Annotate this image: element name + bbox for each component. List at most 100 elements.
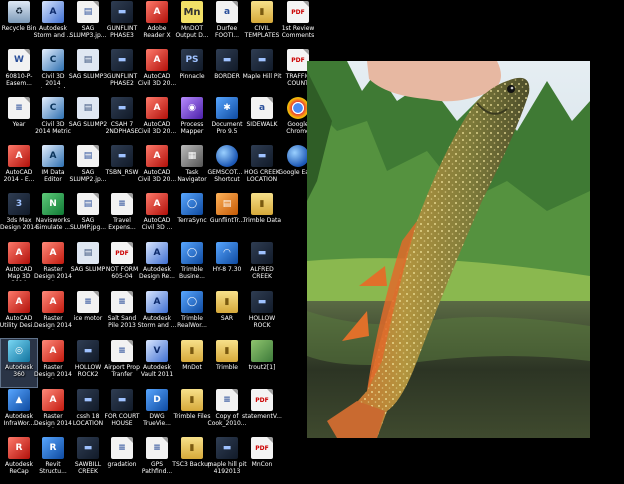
desktop-icon[interactable]: a SIDEWALK: [244, 96, 280, 144]
desktop-icon[interactable]: ▲ Autodesk InfraWor...: [1, 388, 37, 436]
desktop-icon-label: HOG CREEK LOCATION: [244, 169, 280, 183]
desktop-icon[interactable]: A Autodesk Storm and ...: [138, 290, 176, 338]
file-icon: ▬: [111, 49, 133, 71]
desktop-icon[interactable]: A AutoCAD Utility Desi...: [0, 290, 38, 338]
desktop-icon[interactable]: ♻ Recycle Bin: [1, 0, 37, 48]
desktop-icon[interactable]: ▤ SAG SLUMP3.jp...: [70, 0, 106, 48]
desktop-icon[interactable]: R Autodesk ReCap: [1, 436, 37, 484]
desktop-icon[interactable]: ◯ Trimble RealWor...: [174, 290, 210, 338]
desktop-icon[interactable]: PDF MnCon: [244, 436, 280, 484]
desktop-icon[interactable]: A AutoCAD 2014 - E...: [1, 144, 37, 192]
desktop-icon[interactable]: ▬ cssh 18 LOCATION: [70, 388, 106, 436]
desktop-icon[interactable]: ≡ GPS Pathfind...: [139, 436, 175, 484]
desktop-icon[interactable]: PDF NOT FORM 605-04: [104, 241, 140, 289]
desktop-icon[interactable]: PDF statementV...: [242, 388, 282, 436]
desktop-icon[interactable]: C Civil 3D 2014 Metric: [35, 96, 71, 144]
desktop-icon[interactable]: ▬ maple hill pit 4192013: [207, 436, 247, 484]
desktop-icon[interactable]: ◯ TerraSync: [174, 192, 210, 240]
desktop-icon[interactable]: W 60810-P-Easem...: [1, 48, 37, 96]
desktop-icon[interactable]: A Autodesk Storm and ...: [34, 0, 72, 48]
desktop-icon[interactable]: A AutoCAD Civil 3D ...: [139, 192, 175, 240]
desktop-icon[interactable]: ▮ TSC3 Backup: [172, 436, 212, 484]
desktop-icon[interactable]: ▬ GUNFLINT PHASE2: [104, 48, 140, 96]
desktop-icon[interactable]: A Raster Design 2014 on Au...: [34, 241, 72, 289]
desktop-icon[interactable]: A AutoCAD Civil 3D 20...: [138, 48, 176, 96]
desktop-icon[interactable]: ≡ gradation: [104, 436, 140, 484]
desktop-icon[interactable]: ▤ SAG SLUMP3: [69, 48, 107, 96]
desktop-icon[interactable]: 3 3ds Max Design 2014: [0, 192, 38, 240]
desktop-icon[interactable]: A Raster Design 2014 on Au...: [34, 388, 72, 436]
desktop-icon[interactable]: N Navisworks Simulate ...: [35, 192, 71, 240]
desktop-icon[interactable]: ▬ ALFRED CREEK: [244, 241, 280, 289]
desktop-icon[interactable]: ▮ Trimble Data: [243, 192, 281, 240]
desktop-icon[interactable]: ▬ Maple Hill Pit: [243, 48, 281, 96]
document-icon: a: [251, 97, 273, 119]
desktop-icon[interactable]: A AutoCAD Civil 3D 20...: [138, 144, 176, 192]
desktop-icon[interactable]: ≡ Year: [1, 96, 37, 144]
desktop-icon-label: GEMSCOT... - Shortcut: [207, 169, 247, 183]
im-data-editor-icon: A: [42, 145, 64, 167]
desktop-icon[interactable]: AAutoCAD Map 3D 2014: [1, 241, 37, 289]
desktop-icon[interactable]: R Revit Structu...: [35, 436, 71, 484]
desktop-icon[interactable]: ▬ SAWBILL CREEK: [70, 436, 106, 484]
desktop-icon[interactable]: ▬ FOR COURT HOUSE: [104, 388, 140, 436]
document-icon: ≡: [77, 291, 99, 313]
desktop-icon-label: Civil 3D 2014 Imperial: [41, 73, 66, 88]
desktop-icon[interactable]: ▬ HOLLOW ROCK2: [70, 339, 106, 387]
desktop-icon[interactable]: ▮ Trimble: [209, 339, 245, 387]
desktop-icon[interactable]: A AutoCAD Civil 3D 20...: [138, 96, 176, 144]
desktop-icon[interactable]: ▬ HOLLOW ROCK: [244, 290, 280, 338]
desktop-icon[interactable]: D DWG TrueVie...: [139, 388, 175, 436]
gps-pathfinder-icon: ≡: [146, 437, 168, 459]
desktop-icon[interactable]: ▮ MnDot: [174, 339, 210, 387]
desktop-icon[interactable]: ◠ HY-8 7.30: [209, 241, 245, 289]
desktop-icon[interactable]: ▮ CIVIL TEMPLATES: [244, 0, 280, 48]
desktop-icon[interactable]: ◉ Process Mapper: [174, 96, 210, 144]
desktop-icon[interactable]: ▬ GUNFLINT PHASE3: [104, 0, 140, 48]
desktop-icon[interactable]: PS Pinnacle: [174, 48, 210, 96]
desktop-icon[interactable]: V Autodesk Vault 2011: [139, 339, 175, 387]
desktop-icon[interactable]: ▬ TSBN_RSW: [104, 144, 140, 192]
desktop-icon[interactable]: A Raster Design 2014 on Au...: [34, 339, 72, 387]
desktop-icon[interactable]: ▬ BORDER: [209, 48, 245, 96]
desktop-icon[interactable]: ≡ Travel Expens...: [104, 192, 140, 240]
desktop-icon[interactable]: ▤ SAG SLUMP2.jp...: [70, 144, 106, 192]
desktop-icon[interactable]: ▤ SAG SLUMP.jpg...: [70, 192, 106, 240]
desktop-icon[interactable]: ▤ GunflintTr...: [209, 192, 245, 240]
desktop-icon[interactable]: ▮ Trimble Files: [173, 388, 211, 436]
desktop-icon[interactable]: A Autodesk Design Re...: [139, 241, 175, 289]
desktop-icon[interactable]: ▦ Task Navigator: [174, 144, 210, 192]
folder-icon: ▮: [181, 340, 203, 362]
desktop-icon[interactable]: ≡ Airport Prop Tranfer: [104, 339, 140, 387]
autocad-map-icon: A: [8, 242, 30, 264]
desktop-icon[interactable]: ▤ SAG SLUMP2: [69, 96, 107, 144]
image-file-icon: ▤: [77, 145, 99, 167]
desktop-icon[interactable]: Mn MnDOT Output D...: [174, 0, 210, 48]
desktop-icon[interactable]: ✱ Document Pro 9.5: [209, 96, 245, 144]
photo-viewer[interactable]: [307, 61, 590, 438]
google-earth-icon: [287, 145, 309, 167]
desktop-icon[interactable]: ≡ ice motor: [70, 290, 106, 338]
document-pro-icon: ✱: [216, 97, 238, 119]
desktop-icon[interactable]: ≡ Copy of Cook_2010...: [208, 388, 247, 436]
desktop-icon[interactable]: A Adobe Reader X: [139, 0, 175, 48]
desktop-icon[interactable]: A IM Data Editor: [35, 144, 71, 192]
desktop-icon[interactable]: ▮ SAR: [209, 290, 245, 338]
autodesk-360-icon: ◎: [8, 340, 30, 362]
desktop-icon[interactable]: trout2[1]: [244, 339, 280, 387]
desktop-icon[interactable]: ▬ HOG CREEK LOCATION: [244, 144, 280, 192]
desktop-icon[interactable]: ◯ Trimble Busine...: [174, 241, 210, 289]
desktop-icon[interactable]: ▤ SAG SLUMP: [70, 241, 106, 289]
desktop-icon-label: Pinnacle: [179, 73, 205, 80]
desktop-icon[interactable]: A Raster Design 2014 on Au...: [34, 290, 72, 338]
desktop-icon[interactable]: ≡ Salt Sand Pile 2013: [104, 290, 140, 338]
desktop-icon[interactable]: a Durfee FOOTI...: [209, 0, 245, 48]
desktop-icon[interactable]: ◎ Autodesk 360: [0, 338, 38, 388]
navisworks-icon: N: [42, 193, 64, 215]
document-icon: ≡: [111, 291, 133, 313]
desktop-icon[interactable]: C Civil 3D 2014 Imperial: [35, 48, 71, 96]
desktop-icon[interactable]: ▬ CSAH 7 2NDPHASE: [104, 96, 140, 144]
desktop-icon[interactable]: PDF 1st Review Comments: [280, 0, 316, 48]
hy8-icon: ◠: [216, 242, 238, 264]
desktop-icon[interactable]: GEMSCOT... - Shortcut: [207, 144, 247, 192]
